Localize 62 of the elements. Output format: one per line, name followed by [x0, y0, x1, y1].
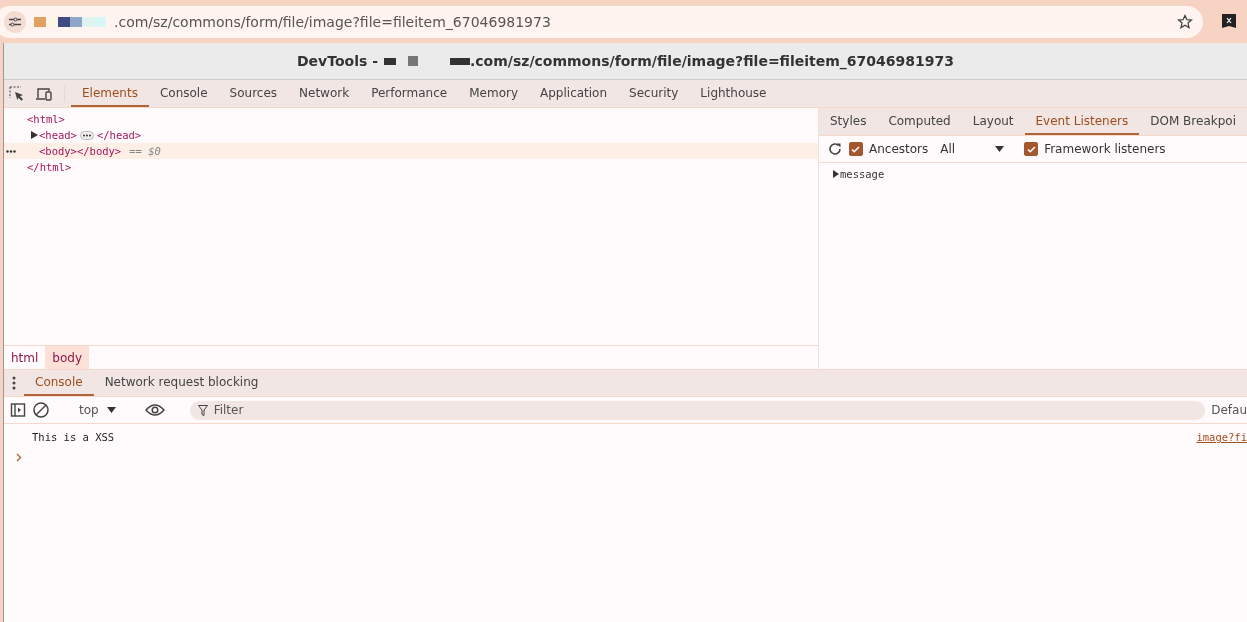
tab[interactable]: Event Listeners	[1024, 108, 1140, 135]
more-icon[interactable]	[6, 149, 16, 153]
more-options-icon[interactable]	[12, 376, 16, 390]
context-dropdown[interactable]: top	[75, 403, 120, 417]
address-bar[interactable]: .com/sz/commons/form/file/image?file=fileitem_67046981973	[0, 5, 1203, 38]
extension-icon[interactable]	[1222, 13, 1236, 30]
dom-tag[interactable]: <body>	[39, 145, 77, 157]
blurred-text-mark	[34, 14, 106, 29]
inspect-element-icon[interactable]	[9, 85, 25, 102]
caret-icon	[106, 407, 116, 413]
tab[interactable]: Lighthouse	[689, 80, 778, 107]
caret-icon	[995, 146, 1005, 152]
window-title: .com/sz/commons/form/file/image?file=fileitem_67046981973	[470, 53, 954, 69]
ellipsis-icon[interactable]	[79, 130, 94, 140]
dom-tag[interactable]: </head>	[96, 129, 142, 141]
tab[interactable]: Security	[618, 80, 690, 107]
sidebar-toggle-icon[interactable]	[10, 402, 26, 418]
tab[interactable]: Layout	[961, 108, 1025, 135]
dom-tag[interactable]: <html>	[27, 113, 65, 125]
checkbox[interactable]	[849, 142, 863, 156]
filter-icon	[197, 404, 208, 416]
url-text: .com/sz/commons/form/file/image?file=fileitem_67046981973	[114, 13, 552, 30]
tab[interactable]: Performance	[360, 80, 459, 107]
redaction-mark	[450, 57, 470, 65]
redaction-mark	[384, 57, 396, 65]
redaction-mark	[408, 56, 418, 66]
window-title: DevTools -	[297, 53, 378, 69]
checkbox[interactable]	[1024, 142, 1039, 156]
breadcrumb[interactable]: html	[4, 346, 46, 369]
source-link[interactable]: image?fi	[1196, 431, 1247, 443]
console-message: This is a XSS	[32, 431, 116, 443]
eye-icon[interactable]	[144, 403, 165, 417]
node-reference: == $0	[129, 145, 161, 157]
tab[interactable]: Network	[288, 80, 361, 107]
checkbox-label: Framework listeners	[1044, 142, 1166, 156]
tab[interactable]: Console	[24, 370, 94, 396]
collapsed-triangle-icon[interactable]	[833, 170, 839, 178]
device-toggle-icon[interactable]	[35, 85, 53, 102]
tab[interactable]: Application	[529, 80, 619, 107]
prompt-chevron-icon[interactable]	[16, 453, 22, 462]
bookmark-star-icon[interactable]	[1177, 13, 1193, 30]
site-settings-icon[interactable]	[4, 10, 26, 33]
event-listener-item[interactable]: message	[819, 163, 1247, 185]
refresh-icon[interactable]	[827, 141, 843, 157]
tab[interactable]: Memory	[458, 80, 529, 107]
collapsed-triangle-icon[interactable]	[30, 131, 39, 139]
filter-field[interactable]: Filter	[189, 400, 1206, 420]
dom-tag[interactable]: </body>	[76, 145, 122, 157]
tab[interactable]: DOM Breakpoi	[1139, 108, 1247, 135]
checkbox-label: Ancestors	[869, 142, 929, 156]
tab[interactable]: Sources	[218, 80, 289, 107]
log-levels-dropdown[interactable]: Defau	[1211, 403, 1247, 417]
clear-console-icon[interactable]	[32, 401, 50, 419]
tab[interactable]: Elements	[71, 80, 149, 107]
breadcrumb[interactable]: body	[45, 346, 90, 369]
dom-tag[interactable]: </html>	[27, 161, 72, 173]
dom-tag[interactable]: <head>	[39, 129, 77, 141]
listener-filter-dropdown[interactable]: All	[940, 142, 1005, 156]
tab[interactable]: Network request blocking	[93, 370, 270, 396]
tab[interactable]: Console	[148, 80, 219, 107]
tab[interactable]: Styles	[819, 108, 878, 135]
tab[interactable]: Computed	[877, 108, 962, 135]
